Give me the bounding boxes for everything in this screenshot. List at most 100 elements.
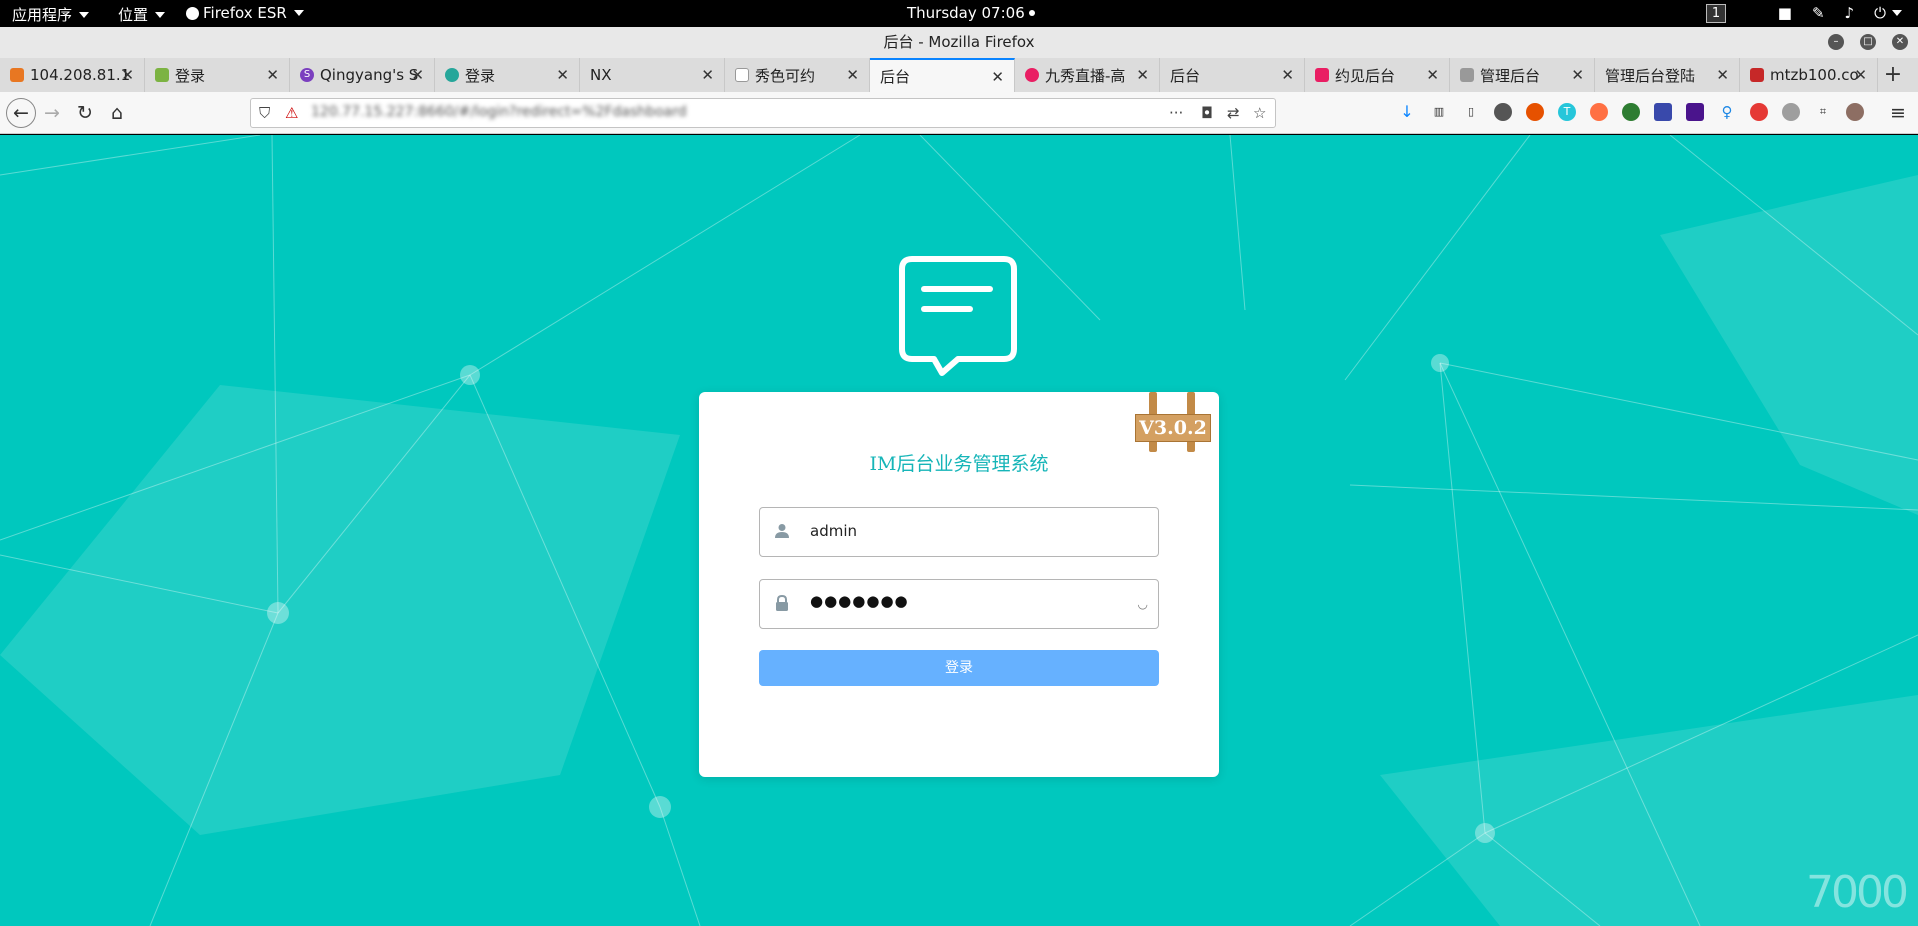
site-favicon-icon: [10, 68, 24, 82]
show-password-eye-icon[interactable]: ◡: [1138, 597, 1148, 611]
extension-cookie-icon[interactable]: [1590, 103, 1608, 121]
tab-label: 九秀直播-高: [1045, 66, 1126, 85]
tab-close-icon[interactable]: ✕: [1136, 66, 1149, 84]
apps-menu[interactable]: 应用程序: [12, 4, 90, 25]
tab-close-icon[interactable]: ✕: [991, 68, 1004, 86]
tab-close-icon[interactable]: ✕: [1426, 66, 1439, 84]
login-card: V3.0.2 IM后台业务管理系统 admin ●●●●●●● ◡ 登录: [699, 392, 1219, 777]
workspace-indicator[interactable]: 1: [1706, 4, 1726, 23]
tab-close-icon[interactable]: ✕: [266, 66, 279, 84]
password-field[interactable]: ●●●●●●● ◡: [759, 579, 1159, 629]
tab-close-icon[interactable]: ✕: [411, 66, 424, 84]
tab[interactable]: 约见后台 ✕: [1305, 58, 1450, 92]
power-menu-chevron-icon[interactable]: [1892, 10, 1902, 16]
system-title: IM后台业务管理系统: [869, 453, 1049, 475]
tab-label: NX: [590, 66, 612, 84]
library-icon[interactable]: ▥: [1430, 103, 1448, 121]
tab-close-icon[interactable]: ✕: [1571, 66, 1584, 84]
notification-dot-icon: [1028, 10, 1035, 16]
tab-label: 后台: [1170, 66, 1201, 85]
url-bar[interactable]: ⛉ ⚠ 120.77.15.227:8660/#/login?redirect=…: [250, 98, 1276, 128]
extension-translate-icon[interactable]: [1654, 103, 1672, 121]
tab-close-icon[interactable]: ✕: [121, 66, 134, 84]
volume-icon[interactable]: ♪: [1845, 4, 1855, 22]
tab-active[interactable]: 后台 ✕: [870, 58, 1015, 92]
tab[interactable]: 后台 ✕: [1160, 58, 1305, 92]
clock[interactable]: Thursday 07:06: [907, 4, 1035, 22]
sidebar-icon[interactable]: ▯: [1462, 103, 1480, 121]
new-tab-button[interactable]: +: [1878, 58, 1908, 92]
power-icon[interactable]: ⏻: [1874, 4, 1886, 22]
tab-close-icon[interactable]: ✕: [701, 66, 714, 84]
tab[interactable]: S Qingyang's S ✕: [290, 58, 435, 92]
insecure-lock-icon[interactable]: ⚠: [285, 104, 298, 122]
tab-close-icon[interactable]: ✕: [846, 66, 859, 84]
clock-label: Thursday 07:06: [907, 4, 1025, 22]
tab[interactable]: NX ✕: [580, 58, 725, 92]
extension-circle-icon[interactable]: [1782, 103, 1800, 121]
extension-pin-icon[interactable]: ♀: [1718, 103, 1736, 121]
tab-label: 登录: [465, 66, 496, 85]
extension-t-icon[interactable]: T: [1558, 103, 1576, 121]
crop-icon[interactable]: ⌗: [1814, 103, 1832, 121]
places-menu[interactable]: 位置: [118, 4, 166, 25]
downloads-icon[interactable]: ↓: [1398, 103, 1416, 121]
extension-green-icon[interactable]: [1622, 103, 1640, 121]
site-favicon-icon: [735, 68, 749, 82]
username-field[interactable]: admin: [759, 507, 1159, 557]
login-button[interactable]: 登录: [759, 650, 1159, 686]
tab-close-icon[interactable]: ✕: [1854, 66, 1867, 84]
extension-layers-icon[interactable]: [1686, 103, 1704, 121]
close-window-icon[interactable]: ✕: [1892, 34, 1908, 50]
chevron-down-icon: [79, 11, 90, 18]
tab-label: 管理后台登陆: [1605, 66, 1696, 85]
tab-close-icon[interactable]: ✕: [556, 66, 569, 84]
cookie-icon[interactable]: [1846, 103, 1864, 121]
apps-menu-label: 应用程序: [12, 6, 73, 24]
tab[interactable]: mtzb100.co ✕: [1740, 58, 1878, 92]
tab-label: 秀色可约: [755, 66, 816, 85]
extension-basketball-icon[interactable]: [1526, 103, 1544, 121]
extension-badge-icon[interactable]: [1750, 103, 1768, 121]
system-tray: ■ ✎ ♪ ⏻: [1778, 4, 1902, 22]
tab[interactable]: 管理后台 ✕: [1450, 58, 1595, 92]
version-badge: V3.0.2: [1135, 414, 1211, 442]
pocket-icon[interactable]: ◘: [1201, 104, 1213, 122]
shield-icon[interactable]: ⛉: [259, 104, 270, 122]
url-text[interactable]: 120.77.15.227:8660/#/login?redirect=%2Fd…: [311, 104, 687, 120]
tab-close-icon[interactable]: ✕: [1281, 66, 1294, 84]
hamburger-menu-icon[interactable]: ≡: [1886, 102, 1910, 124]
maximize-icon[interactable]: □: [1860, 34, 1876, 50]
window-title: 后台 - Mozilla Firefox: [883, 33, 1035, 51]
translate-icon[interactable]: ⇄: [1227, 104, 1240, 122]
active-app-menu[interactable]: Firefox ESR: [186, 4, 304, 22]
home-icon[interactable]: ⌂: [105, 102, 129, 124]
network-icon[interactable]: ✎: [1812, 4, 1825, 22]
forward-arrow-icon[interactable]: →: [40, 102, 64, 124]
minimize-icon[interactable]: –: [1828, 34, 1844, 50]
account-icon[interactable]: [1494, 103, 1512, 121]
tab[interactable]: 九秀直播-高 ✕: [1015, 58, 1160, 92]
site-favicon-icon: [445, 68, 459, 82]
back-arrow-icon[interactable]: ←: [6, 98, 36, 128]
password-value[interactable]: ●●●●●●●: [810, 592, 909, 610]
bookmark-star-icon[interactable]: ☆: [1253, 104, 1266, 122]
lock-icon: [776, 594, 788, 611]
login-page: V3.0.2 IM后台业务管理系统 admin ●●●●●●● ◡ 登录 700…: [0, 135, 1918, 926]
page-actions-icon[interactable]: ···: [1169, 104, 1183, 122]
tab[interactable]: 管理后台登陆 ✕: [1595, 58, 1740, 92]
reload-icon[interactable]: ↻: [73, 102, 97, 124]
tab[interactable]: 登录 ✕: [435, 58, 580, 92]
webcam-icon[interactable]: ■: [1778, 4, 1792, 22]
system-top-bar: 应用程序 位置 Firefox ESR Thursday 07:06 1 ■ ✎…: [0, 0, 1918, 27]
tab[interactable]: 登录 ✕: [145, 58, 290, 92]
location-pin-icon: [1025, 68, 1039, 82]
tab-strip: 104.208.81.1 ✕ 登录 ✕ S Qingyang's S ✕ 登录 …: [0, 58, 1918, 92]
tab-label: 管理后台: [1480, 66, 1541, 85]
tab[interactable]: 104.208.81.1 ✕: [0, 58, 145, 92]
tab-close-icon[interactable]: ✕: [1716, 66, 1729, 84]
firefox-icon: [186, 6, 199, 20]
tab[interactable]: 秀色可约 ✕: [725, 58, 870, 92]
username-value[interactable]: admin: [810, 522, 857, 540]
window-title-bar: 后台 - Mozilla Firefox – □ ✕: [0, 27, 1918, 58]
